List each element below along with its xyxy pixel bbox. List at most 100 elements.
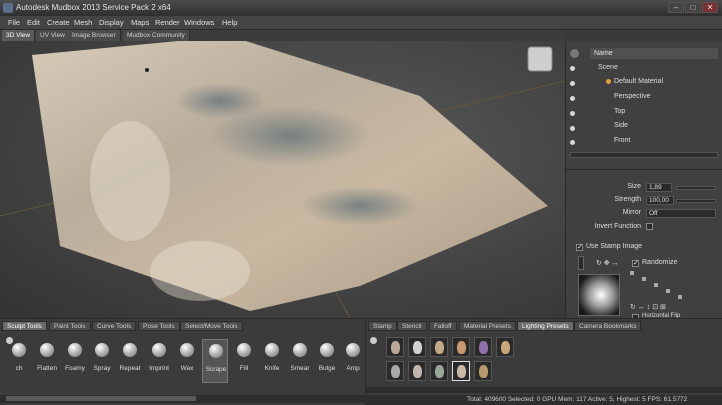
tab-sculpt-tools[interactable]: Sculpt Tools: [2, 321, 47, 331]
outliner-item-default-material[interactable]: Default Material: [614, 78, 663, 85]
strength-label: Strength: [614, 196, 641, 203]
tool-imprint[interactable]: Imprint: [146, 339, 172, 383]
lighting-preset-thumbnail-selected[interactable]: [452, 361, 470, 381]
right-panel: Name Scene Default Material Perspective …: [565, 41, 722, 321]
strength-slider[interactable]: [676, 199, 716, 203]
app-icon: [3, 3, 13, 13]
tab-curve-tools[interactable]: Curve Tools: [92, 321, 137, 331]
outliner-item-scene[interactable]: Scene: [598, 64, 618, 71]
material-icon: [606, 79, 611, 84]
tool-bulge[interactable]: Bulge: [314, 339, 340, 383]
3d-viewport[interactable]: [0, 41, 565, 318]
menu-display[interactable]: Display: [99, 18, 124, 27]
outliner-scrollbar[interactable]: [570, 152, 718, 158]
mirror-label: Mirror: [622, 209, 641, 216]
tool-foamy[interactable]: Foamy: [62, 339, 88, 383]
lighting-preset-thumbnail[interactable]: [386, 337, 404, 357]
tab-mudbox-community[interactable]: Mudbox Community: [123, 30, 190, 41]
outliner-item-perspective[interactable]: Perspective: [614, 93, 651, 100]
visibility-eye-icon[interactable]: [570, 66, 575, 71]
sculpt-shelf-scrollbar[interactable]: [0, 395, 365, 403]
tab-image-browser[interactable]: Image Browser: [68, 30, 121, 41]
maximize-button[interactable]: □: [685, 2, 701, 13]
use-stamp-image-checkbox[interactable]: ✓: [576, 244, 583, 251]
lighting-preset-thumbnail[interactable]: [474, 361, 492, 381]
title-bar: Autodesk Mudbox 2013 Service Pack 2 x64 …: [0, 0, 722, 16]
lighting-preset-thumbnail[interactable]: [386, 361, 404, 381]
tool-flatten[interactable]: Flatten: [34, 339, 60, 383]
visibility-eye-icon[interactable]: [570, 126, 575, 131]
strength-field[interactable]: 100,00: [646, 196, 674, 205]
size-field[interactable]: 1,89: [646, 183, 672, 192]
randomize-sliders[interactable]: [630, 271, 714, 301]
use-stamp-image-label: Use Stamp Image: [586, 243, 643, 250]
tab-paint-tools[interactable]: Paint Tools: [49, 321, 91, 331]
presets-shelf-scrollbar[interactable]: [366, 387, 722, 393]
outliner-item-top[interactable]: Top: [614, 108, 625, 115]
outliner-item-front[interactable]: Front: [614, 137, 630, 144]
tab-3d-view[interactable]: 3D View: [2, 30, 36, 41]
tab-camera-bookmarks[interactable]: Camera Bookmarks: [574, 321, 642, 331]
tool-ch[interactable]: ch: [6, 339, 32, 383]
outliner-item-side[interactable]: Side: [614, 122, 628, 129]
menu-edit[interactable]: Edit: [27, 18, 40, 27]
tab-select-move-tools[interactable]: Select/Move Tools: [180, 321, 243, 331]
menu-help[interactable]: Help: [222, 18, 237, 27]
tab-material-presets[interactable]: Material Presets: [459, 321, 516, 331]
tool-repeat[interactable]: Repeat: [117, 339, 143, 383]
outliner-eye-header-icon: [570, 49, 579, 58]
sculpt-mesh: [0, 41, 565, 318]
tab-stencil[interactable]: Stencil: [397, 321, 427, 331]
size-label: Size: [627, 183, 641, 190]
preset-options-icon[interactable]: [370, 337, 377, 344]
tab-pose-tools[interactable]: Pose Tools: [138, 321, 180, 331]
status-text: Total: 409600 Selected: 0 GPU Mem: 117 A…: [467, 396, 688, 403]
randomize-label: Randomize: [642, 259, 678, 266]
stamp-nav-icons[interactable]: ↻ ✥ ↔: [596, 259, 636, 267]
close-button[interactable]: ✕: [702, 2, 718, 13]
tool-fill[interactable]: Fill: [231, 339, 257, 383]
visibility-eye-icon[interactable]: [570, 140, 575, 145]
randomize-checkbox[interactable]: ✓: [632, 260, 639, 267]
window-title: Autodesk Mudbox 2013 Service Pack 2 x64: [16, 3, 171, 12]
stamp-list-arrow[interactable]: [578, 256, 584, 270]
randomize-transform-icons[interactable]: ↻ ↔ ↕ ⊡ ⊞: [630, 303, 714, 311]
tab-uv-view[interactable]: UV View: [36, 30, 70, 41]
visibility-eye-icon[interactable]: [570, 81, 575, 86]
tab-falloff[interactable]: Falloff: [429, 321, 457, 331]
tool-scrape[interactable]: Scrape: [202, 339, 228, 383]
lighting-preset-thumbnail[interactable]: [408, 361, 426, 381]
tab-lighting-presets[interactable]: Lighting Presets: [517, 321, 574, 331]
lighting-preset-thumbnail[interactable]: [430, 337, 448, 357]
tab-stamp[interactable]: Stamp: [368, 321, 397, 331]
minimize-button[interactable]: –: [668, 2, 684, 13]
menu-create[interactable]: Create: [47, 18, 70, 27]
visibility-eye-icon[interactable]: [570, 96, 575, 101]
visibility-eye-icon[interactable]: [570, 111, 575, 116]
lighting-preset-thumbnail[interactable]: [430, 361, 448, 381]
mirror-dropdown[interactable]: Off: [646, 209, 716, 218]
lighting-preset-thumbnail[interactable]: [408, 337, 426, 357]
invert-function-checkbox[interactable]: [646, 223, 653, 230]
menu-file[interactable]: File: [8, 18, 20, 27]
size-slider[interactable]: [676, 186, 716, 190]
tool-smear[interactable]: Smear: [287, 339, 313, 383]
lighting-preset-thumbnail[interactable]: [496, 337, 514, 357]
lighting-preset-thumbnail[interactable]: [474, 337, 492, 357]
tool-knife[interactable]: Knife: [259, 339, 285, 383]
outliner-header: Name: [590, 48, 718, 59]
tool-wax[interactable]: Wax: [174, 339, 200, 383]
status-bar: Total: 409600 Selected: 0 GPU Mem: 117 A…: [365, 395, 722, 405]
menu-maps[interactable]: Maps: [131, 18, 149, 27]
menu-windows[interactable]: Windows: [184, 18, 214, 27]
menu-bar: File Edit Create Mesh Display Maps Rende…: [0, 16, 722, 30]
presets-shelf: Stamp Stencil Falloff Material Presets L…: [365, 318, 722, 405]
tool-spray[interactable]: Spray: [89, 339, 115, 383]
menu-render[interactable]: Render: [155, 18, 180, 27]
tool-amp[interactable]: Amp: [340, 339, 366, 383]
menu-mesh[interactable]: Mesh: [74, 18, 92, 27]
panel-divider: [566, 169, 722, 170]
lighting-preset-thumbnail[interactable]: [452, 337, 470, 357]
invert-function-label: Invert Function: [594, 223, 641, 230]
stamp-image-preview[interactable]: [578, 274, 620, 316]
